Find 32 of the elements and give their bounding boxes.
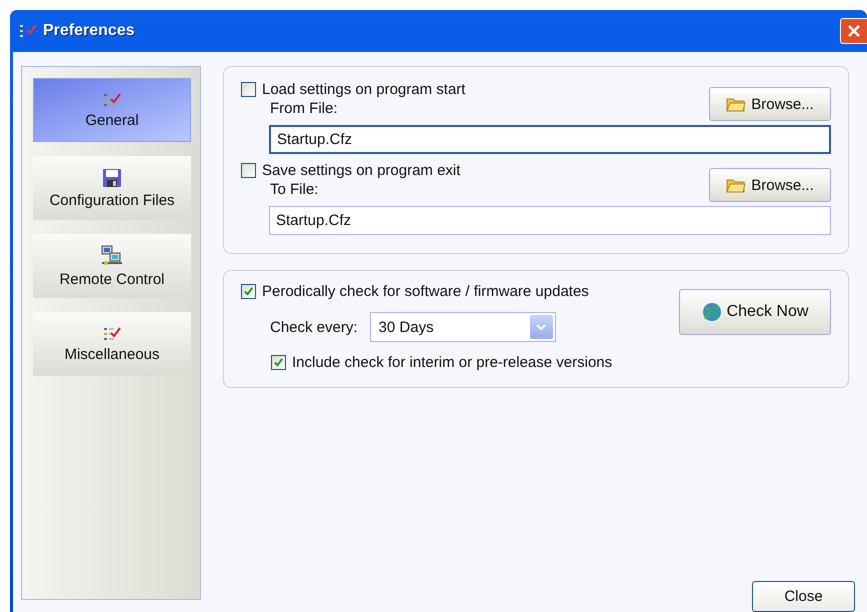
checklist-icon	[19, 23, 37, 39]
sidebar-item[interactable]: Configuration Files	[33, 156, 191, 220]
sidebar-item[interactable]: Remote Control	[33, 234, 191, 298]
file-path-field[interactable]: Startup.Cfz	[269, 206, 831, 235]
interval-dropdown[interactable]: 30 Days	[370, 312, 556, 342]
checkbox-label: Save settings on program exit	[262, 162, 460, 179]
close-icon	[847, 24, 861, 38]
folder-icon	[726, 96, 746, 112]
close-dialog-button[interactable]: Close	[752, 581, 855, 612]
checkbox-label: Load settings on program start	[262, 81, 466, 98]
network-computers-icon	[101, 244, 123, 266]
browse-button[interactable]: Browse...	[709, 168, 831, 202]
checkbox-label: Include check for interim or pre-release versions	[292, 354, 612, 371]
field-label: Check every:	[270, 318, 358, 336]
globe-icon	[702, 302, 722, 322]
checkbox[interactable]	[271, 355, 286, 370]
sidebar-item[interactable]: Miscellaneous	[33, 312, 191, 376]
checkbox-label: Perodically check for software / firmware updates	[262, 283, 589, 300]
checkbox[interactable]	[241, 163, 256, 178]
sidebar-item[interactable]: General	[33, 78, 191, 142]
checkbox[interactable]	[241, 82, 256, 97]
close-button[interactable]	[840, 18, 867, 44]
field-label: To File:	[270, 181, 320, 198]
checklist-icon	[103, 92, 121, 108]
field-label: From File:	[270, 100, 338, 117]
file-path-field[interactable]: Startup.Cfz	[269, 125, 831, 154]
window-title: Preferences	[43, 22, 136, 40]
folder-icon	[726, 177, 746, 193]
checklist-icon	[103, 326, 121, 342]
checkbox[interactable]	[241, 284, 256, 299]
check-now-button[interactable]: Check Now	[679, 289, 831, 335]
browse-button[interactable]: Browse...	[709, 87, 831, 121]
